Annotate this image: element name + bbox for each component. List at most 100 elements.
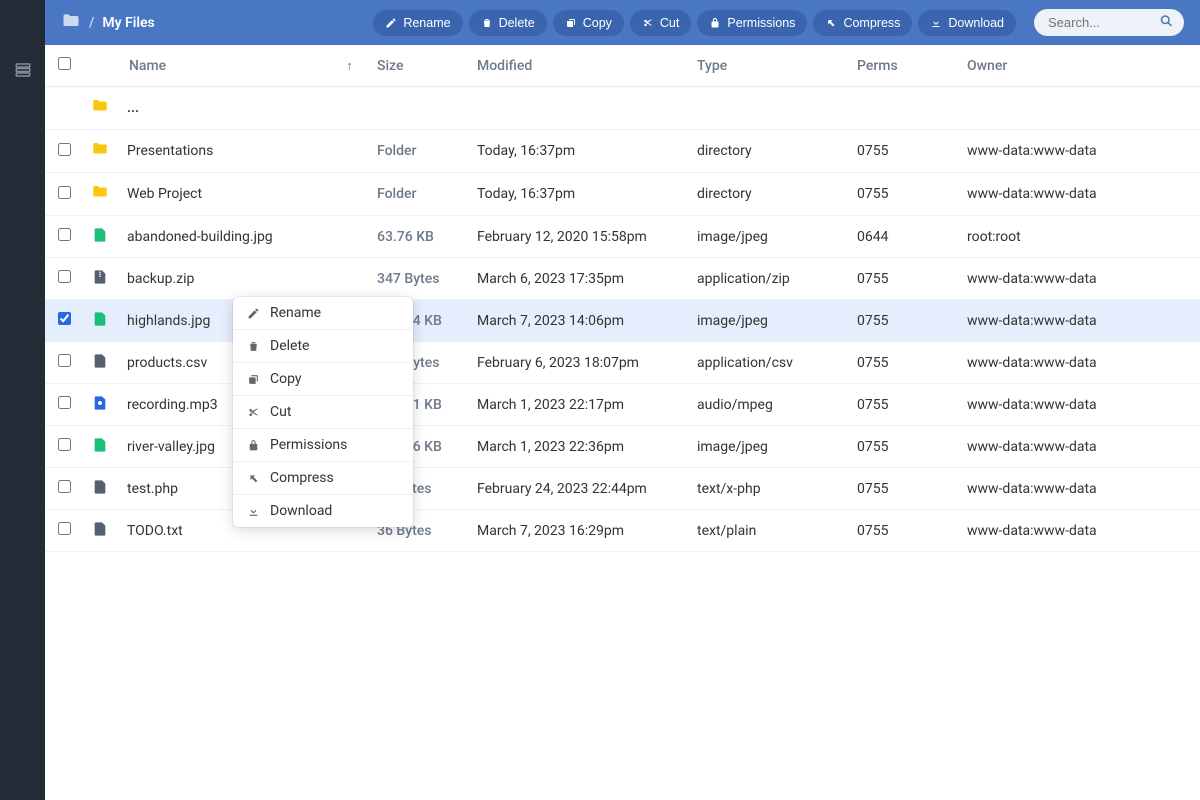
- table-row[interactable]: products.csv268 BytesFebruary 6, 2023 18…: [45, 342, 1200, 384]
- sidebar: [0, 0, 45, 800]
- col-owner[interactable]: Owner: [967, 58, 1007, 74]
- folder-icon: [91, 183, 109, 201]
- row-checkbox[interactable]: [58, 312, 71, 325]
- table-row[interactable]: recording.mp3128.81 KBMarch 1, 2023 22:1…: [45, 384, 1200, 426]
- row-checkbox[interactable]: [58, 522, 71, 535]
- row-checkbox[interactable]: [58, 143, 71, 156]
- file-name: products.csv: [127, 355, 207, 371]
- row-checkbox[interactable]: [58, 228, 71, 241]
- ctx-delete[interactable]: Delete: [233, 330, 413, 363]
- file-type: audio/mpeg: [697, 397, 773, 413]
- file-name: abandoned-building.jpg: [127, 229, 273, 245]
- file-table: Name ↑ Size Modified Type Perms Owner ...…: [45, 45, 1200, 552]
- breadcrumb-separator: /: [89, 15, 94, 31]
- row-checkbox[interactable]: [58, 438, 71, 451]
- col-size[interactable]: Size: [377, 58, 403, 74]
- row-checkbox[interactable]: [58, 354, 71, 367]
- file-modified: March 1, 2023 22:36pm: [477, 439, 624, 455]
- image-icon: [91, 436, 109, 454]
- topbar: / My Files Rename Delete Copy Cut Pe: [45, 0, 1200, 45]
- file-owner: www-data:www-data: [967, 143, 1097, 159]
- file-size: 347 Bytes: [377, 271, 439, 287]
- row-checkbox[interactable]: [58, 186, 71, 199]
- parent-directory-row[interactable]: ...: [45, 87, 1200, 130]
- file-type: text/plain: [697, 523, 756, 539]
- file-name: test.php: [127, 481, 178, 497]
- generic-icon: [91, 520, 109, 538]
- ctx-download[interactable]: Download: [233, 495, 413, 527]
- file-type: application/csv: [697, 355, 793, 371]
- search-input[interactable]: [1034, 9, 1184, 36]
- file-perms: 0755: [857, 143, 888, 159]
- table-row[interactable]: abandoned-building.jpg 63.76 KB February 1…: [45, 216, 1200, 258]
- row-checkbox[interactable]: [58, 270, 71, 283]
- file-owner: www-data:www-data: [967, 271, 1097, 287]
- col-type[interactable]: Type: [697, 58, 727, 74]
- file-modified: Today, 16:37pm: [477, 143, 575, 159]
- file-owner: www-data:www-data: [967, 186, 1097, 202]
- file-size: 63.76 KB: [377, 229, 434, 245]
- table-row[interactable]: TODO.txt36 BytesMarch 7, 2023 16:29pmtex…: [45, 510, 1200, 552]
- file-name: river-valley.jpg: [127, 439, 215, 455]
- breadcrumb[interactable]: / My Files: [61, 11, 365, 35]
- compress-button[interactable]: Compress: [813, 10, 912, 36]
- table-row[interactable]: highlands.jpg361.14 KBMarch 7, 2023 14:0…: [45, 300, 1200, 342]
- file-listing: Name ↑ Size Modified Type Perms Owner ...…: [45, 45, 1200, 800]
- context-menu: Rename Delete Copy Cut Permissions Compr…: [233, 297, 413, 527]
- file-modified: Today, 16:37pm: [477, 186, 575, 202]
- table-row[interactable]: river-valley.jpg220.56 KBMarch 1, 2023 2…: [45, 426, 1200, 468]
- ctx-cut[interactable]: Cut: [233, 396, 413, 429]
- file-name: TODO.txt: [127, 523, 183, 539]
- col-modified[interactable]: Modified: [477, 58, 532, 74]
- breadcrumb-current: My Files: [102, 15, 154, 31]
- download-button[interactable]: Download: [918, 10, 1016, 36]
- file-modified: February 12, 2020 15:58pm: [477, 229, 647, 245]
- table-row[interactable]: test.php22 BytesFebruary 24, 2023 22:44p…: [45, 468, 1200, 510]
- ctx-rename[interactable]: Rename: [233, 297, 413, 330]
- select-all-checkbox[interactable]: [58, 57, 71, 70]
- file-name: highlands.jpg: [127, 313, 210, 329]
- ctx-permissions[interactable]: Permissions: [233, 429, 413, 462]
- generic-icon: [91, 352, 109, 370]
- file-perms: 0755: [857, 186, 888, 202]
- ctx-compress[interactable]: Compress: [233, 462, 413, 495]
- copy-button[interactable]: Copy: [553, 10, 624, 36]
- ctx-cut-label: Cut: [270, 404, 291, 420]
- file-owner: www-data:www-data: [967, 313, 1097, 329]
- sidebar-menu-icon[interactable]: [0, 50, 45, 90]
- file-owner: www-data:www-data: [967, 439, 1097, 455]
- row-checkbox[interactable]: [58, 396, 71, 409]
- permissions-button[interactable]: Permissions: [697, 10, 807, 36]
- table-row[interactable]: Web ProjectFolderToday, 16:37pmdirectory…: [45, 173, 1200, 216]
- file-type: application/zip: [697, 271, 790, 287]
- file-size: Folder: [377, 186, 416, 202]
- col-name[interactable]: Name: [129, 58, 166, 74]
- rename-button[interactable]: Rename: [373, 10, 462, 36]
- file-owner: www-data:www-data: [967, 481, 1097, 497]
- col-perms[interactable]: Perms: [857, 58, 898, 74]
- file-modified: March 7, 2023 14:06pm: [477, 313, 624, 329]
- ctx-copy-label: Copy: [270, 371, 302, 387]
- file-perms: 0755: [857, 397, 888, 413]
- ctx-delete-label: Delete: [270, 338, 309, 354]
- file-owner: www-data:www-data: [967, 397, 1097, 413]
- ctx-copy[interactable]: Copy: [233, 363, 413, 396]
- file-perms: 0644: [857, 229, 888, 245]
- cut-button[interactable]: Cut: [630, 10, 691, 36]
- file-perms: 0755: [857, 439, 888, 455]
- sort-arrow-icon[interactable]: ↑: [346, 58, 353, 74]
- file-perms: 0755: [857, 271, 888, 287]
- file-type: directory: [697, 186, 752, 202]
- table-row[interactable]: PresentationsFolderToday, 16:37pmdirecto…: [45, 130, 1200, 173]
- main: / My Files Rename Delete Copy Cut Pe: [45, 0, 1200, 800]
- table-row[interactable]: backup.zip347 BytesMarch 6, 2023 17:35pm…: [45, 258, 1200, 300]
- delete-button[interactable]: Delete: [469, 10, 547, 36]
- file-name: backup.zip: [127, 271, 194, 287]
- file-modified: March 7, 2023 16:29pm: [477, 523, 624, 539]
- parent-directory-label: ...: [127, 100, 139, 116]
- file-name: recording.mp3: [127, 397, 218, 413]
- ctx-permissions-label: Permissions: [270, 437, 347, 453]
- folder-icon: [91, 140, 109, 158]
- row-checkbox[interactable]: [58, 480, 71, 493]
- copy-button-label: Copy: [583, 16, 612, 30]
